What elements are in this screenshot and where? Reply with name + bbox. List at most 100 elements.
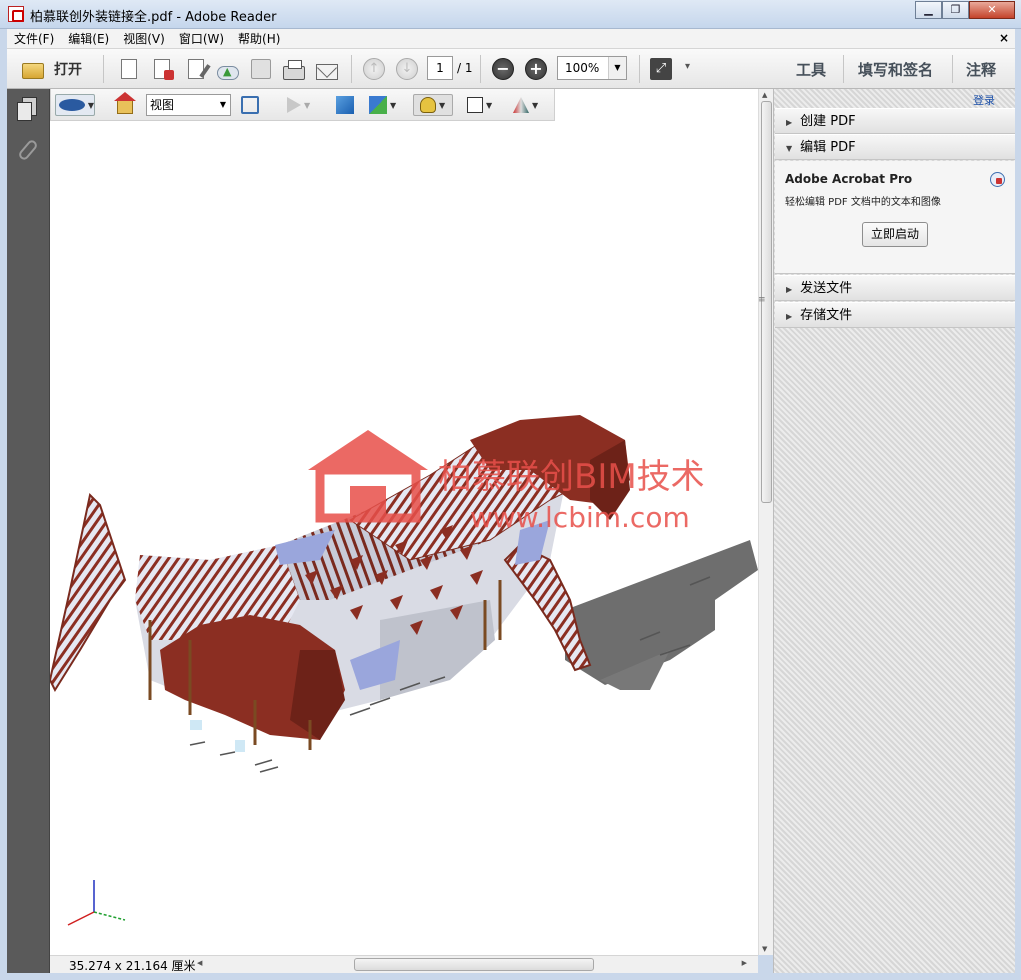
close-button[interactable]: ✕ xyxy=(969,1,1015,19)
lamp-icon xyxy=(420,97,436,113)
horizontal-scrollbar[interactable]: ◀ ▶ xyxy=(195,958,755,972)
rotate-tool-button[interactable]: ▼ xyxy=(55,94,95,116)
lighting-button[interactable]: ▼ xyxy=(413,94,453,116)
window-title: 柏慕联创外装链接全.pdf - Adobe Reader xyxy=(30,10,277,25)
chevron-down-icon: ▼ xyxy=(304,100,311,110)
window-frame xyxy=(0,973,1021,980)
scroll-up-icon[interactable]: ▲ xyxy=(762,91,767,99)
scroll-down-icon[interactable]: ▼ xyxy=(762,945,767,953)
create-pdf-button[interactable] xyxy=(117,56,141,82)
full-screen-button[interactable]: ⤢ xyxy=(649,56,673,82)
close-document-button[interactable]: × xyxy=(999,31,1009,45)
zoom-select[interactable]: 100% ▼ xyxy=(557,56,627,80)
collapse-triangle-icon: ▼ xyxy=(786,144,793,153)
upload-button[interactable] xyxy=(216,56,240,82)
projection-button[interactable] xyxy=(336,94,354,116)
render-mode-button[interactable]: ▼ xyxy=(369,94,396,116)
next-page-button[interactable]: ↓ xyxy=(395,56,419,82)
watermark-url: www.lcbim.com xyxy=(470,501,690,534)
arrow-up-icon: ↑ xyxy=(363,58,385,80)
menu-edit[interactable]: 编辑(E) xyxy=(61,30,116,47)
render-mode-icon xyxy=(369,96,387,114)
save-icon xyxy=(251,59,271,79)
home-icon xyxy=(114,92,136,114)
comment-pane-button[interactable]: 注释 xyxy=(966,59,996,80)
cross-section-button[interactable]: ▼ xyxy=(513,94,538,116)
panel-send-files[interactable]: ▶ 发送文件 xyxy=(775,275,1015,301)
chevron-down-icon: ▼ xyxy=(87,100,94,110)
panel-label: 存储文件 xyxy=(800,308,853,323)
open-button[interactable]: 打开 xyxy=(16,56,88,82)
create-pdf-icon xyxy=(121,59,137,79)
print-button[interactable] xyxy=(282,56,306,82)
zoom-in-button[interactable]: + xyxy=(524,56,548,82)
cube-icon xyxy=(336,96,354,114)
scroll-right-icon[interactable]: ▶ xyxy=(742,959,747,967)
light-blue-elements xyxy=(190,720,245,752)
3d-model-view[interactable]: 柏慕联创BIM技术 www.lcbim.com xyxy=(50,121,758,955)
expand-triangle-icon: ▶ xyxy=(786,118,793,127)
menu-view[interactable]: 视图(V) xyxy=(116,30,172,47)
open-label: 打开 xyxy=(54,62,82,78)
play-icon xyxy=(287,97,301,113)
model-tree-icon xyxy=(241,96,259,114)
arrow-down-icon: ↓ xyxy=(396,58,418,80)
previous-page-button[interactable]: ↑ xyxy=(362,56,386,82)
tools-pane-button[interactable]: 工具 xyxy=(796,59,826,80)
rotate-3d-icon xyxy=(59,99,85,111)
panel-create-pdf[interactable]: ▶ 创建 PDF xyxy=(775,108,1015,134)
watermark-title: 柏慕联创BIM技术 xyxy=(438,457,705,497)
background-color-button[interactable]: ▼ xyxy=(467,94,492,116)
cross-section-icon xyxy=(513,97,529,113)
maximize-button[interactable]: ❐ xyxy=(942,1,969,19)
edit-pdf-button[interactable] xyxy=(184,56,208,82)
product-description: 轻松编辑 PDF 文档中的文本和图像 xyxy=(785,197,941,208)
page-thumbnails-icon[interactable] xyxy=(17,97,39,121)
default-view-button[interactable] xyxy=(114,92,136,116)
menu-file[interactable]: 文件(F) xyxy=(7,30,61,47)
email-button[interactable] xyxy=(315,56,339,82)
page-dimensions: 35.274 x 21.164 厘米 xyxy=(69,959,196,973)
left-arch xyxy=(50,492,127,693)
panel-edit-pdf[interactable]: ▼ 编辑 PDF xyxy=(775,134,1015,160)
toolbar-overflow-button[interactable]: ▾ xyxy=(685,61,690,72)
page-total: / 1 xyxy=(457,61,473,75)
page-number-input[interactable]: 1 xyxy=(427,56,453,80)
expand-triangle-icon: ▶ xyxy=(786,312,793,321)
scroll-left-icon[interactable]: ◀ xyxy=(197,959,202,967)
expand-triangle-icon: ▶ xyxy=(786,285,793,294)
chevron-down-icon: ▼ xyxy=(608,57,626,79)
3d-toolbar: ▼ 视图 ▼ ▼ ▼ ▼ ▼ ▼ xyxy=(50,89,555,121)
edit-document-icon xyxy=(188,59,204,79)
chevron-down-icon: ▼ xyxy=(532,100,539,110)
view-select[interactable]: 视图 ▼ xyxy=(146,94,231,116)
vertical-scrollbar[interactable]: ▲ ▼ xyxy=(758,89,773,955)
document-view[interactable]: 柏慕联创BIM技术 www.lcbim.com ▼ 视图 ▼ ▼ ▼ ▼ ▼ ▼ xyxy=(50,89,758,955)
plus-icon: + xyxy=(525,58,547,80)
main-toolbar: 打开 ↑ ↓ 1 / 1 − + 100% ▼ ⤢ ▾ 工具 填写和签名 注释 xyxy=(7,49,1015,89)
panel-store-files[interactable]: ▶ 存储文件 xyxy=(775,302,1015,328)
tools-pane: 登录 ▶ 创建 PDF ▼ 编辑 PDF Adobe Acrobat Pro 轻松编… xyxy=(773,89,1015,973)
chevron-down-icon: ▼ xyxy=(390,100,397,110)
login-link[interactable]: 登录 xyxy=(973,92,995,108)
product-name: Adobe Acrobat Pro xyxy=(785,172,913,186)
menu-window[interactable]: 窗口(W) xyxy=(172,30,231,47)
start-now-button[interactable]: 立即启动 xyxy=(862,222,928,247)
menu-bar: 文件(F) 编辑(E) 视图(V) 窗口(W) 帮助(H) × xyxy=(7,29,1015,49)
save-button[interactable] xyxy=(249,56,273,82)
zoom-value: 100% xyxy=(565,61,600,75)
minimize-button[interactable]: ▁ xyxy=(915,1,942,19)
status-bar: 35.274 x 21.164 厘米 ◀ ▶ xyxy=(50,955,758,973)
view-select-value: 视图 xyxy=(150,98,175,112)
pane-splitter[interactable]: ≡ xyxy=(758,295,766,305)
convert-pdf-button[interactable] xyxy=(150,56,174,82)
play-animation-button[interactable]: ▼ xyxy=(287,94,310,116)
model-tree-button[interactable] xyxy=(241,94,259,116)
attachments-icon[interactable] xyxy=(17,138,39,162)
menu-help[interactable]: 帮助(H) xyxy=(231,30,287,47)
background-color-icon xyxy=(467,97,483,113)
zoom-out-button[interactable]: − xyxy=(491,56,515,82)
horizontal-scroll-thumb[interactable] xyxy=(354,958,594,971)
panel-label: 编辑 PDF xyxy=(800,140,856,155)
fill-sign-pane-button[interactable]: 填写和签名 xyxy=(858,59,933,80)
